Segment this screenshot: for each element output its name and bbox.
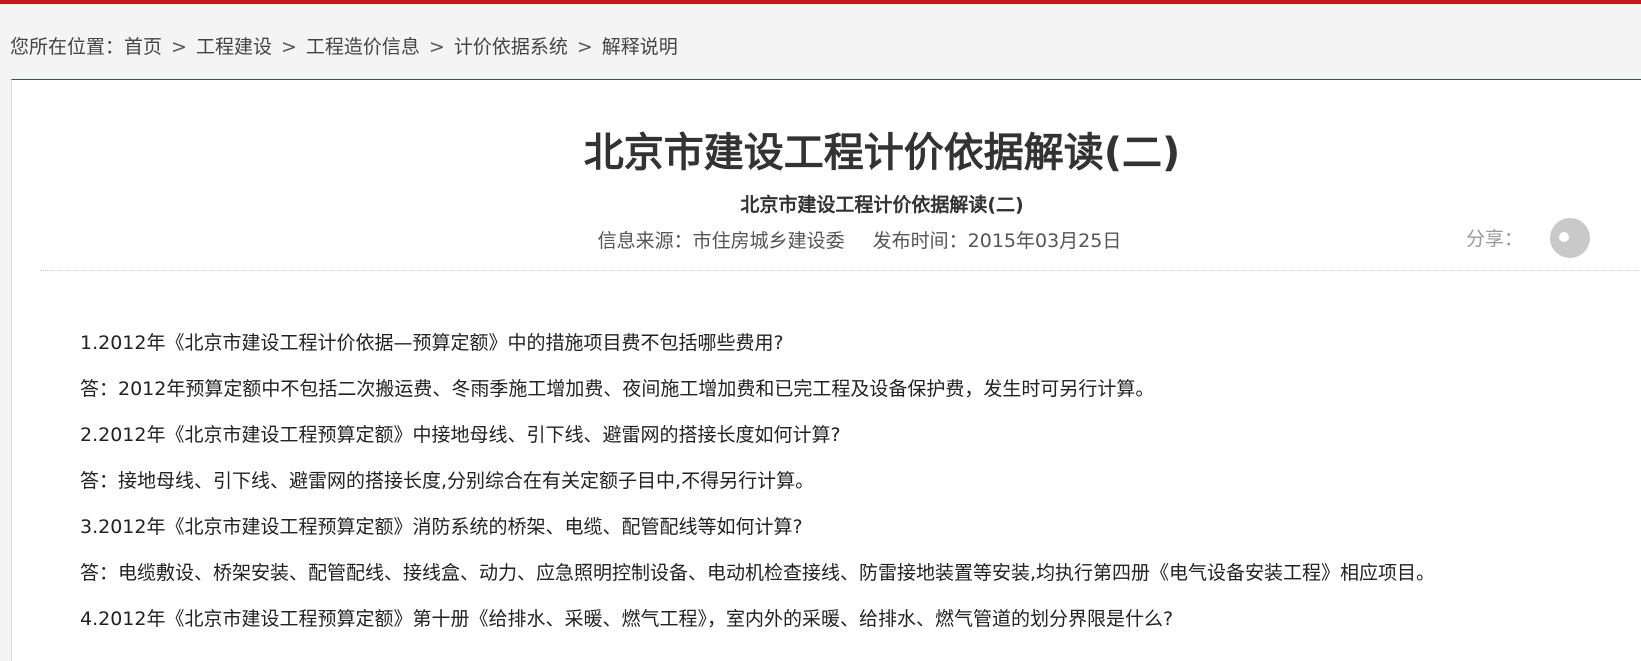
breadcrumb-link-home[interactable]: 首页 [124, 36, 162, 58]
article-title: 北京市建设工程计价依据解读(二) [583, 130, 1181, 176]
article-paragraph: 答：2012年预算定额中不包括二次搬运费、冬雨季施工增加费、夜间施工增加费和已完… [80, 378, 1155, 400]
share-icon[interactable] [1550, 218, 1590, 258]
breadcrumb-prefix: 您所在位置： [10, 36, 125, 58]
breadcrumb-separator: > [280, 36, 297, 58]
article-date: 发布时间：2015年03月25日 [872, 230, 1122, 252]
divider [40, 270, 1641, 271]
article-panel: 北京市建设工程计价依据解读(二) 北京市建设工程计价依据解读(二) 信息来源：市… [11, 79, 1641, 661]
breadcrumb-separator: > [428, 36, 445, 58]
top-accent-bar [0, 0, 1641, 4]
article-paragraph: 答：接地母线、引下线、避雷网的搭接长度,分别综合在有关定额子目中,不得另行计算。 [80, 470, 815, 492]
article-paragraph: 1.2012年《北京市建设工程计价依据—预算定额》中的措施项目费不包括哪些费用? [80, 332, 784, 354]
breadcrumb-separator: > [171, 36, 187, 58]
article-body: 1.2012年《北京市建设工程计价依据—预算定额》中的措施项目费不包括哪些费用?… [80, 320, 1640, 642]
breadcrumb-link-engineering[interactable]: 工程建设 [196, 36, 272, 58]
breadcrumb-link-explanation[interactable]: 解释说明 [602, 36, 678, 58]
breadcrumb-link-cost-info[interactable]: 工程造价信息 [306, 36, 420, 58]
article-subtitle: 北京市建设工程计价依据解读(二) [740, 194, 1024, 216]
article-paragraph: 3.2012年《北京市建设工程预算定额》消防系统的桥架、电缆、配管配线等如何计算… [80, 516, 803, 538]
article-paragraph: 4.2012年《北京市建设工程预算定额》第十册《给排水、采暖、燃气工程》，室内外… [80, 608, 1174, 630]
article-paragraph: 2.2012年《北京市建设工程预算定额》中接地母线、引下线、避雷网的搭接长度如何… [80, 424, 841, 446]
article-meta: 信息来源：市住房城乡建设委 发布时间：2015年03月25日 [12, 226, 1641, 253]
breadcrumb: 您所在位置：首页 > 工程建设 > 工程造价信息 > 计价依据系统 > 解释说明 [10, 32, 678, 62]
breadcrumb-separator: > [576, 36, 593, 58]
article-source: 信息来源：市住房城乡建设委 [597, 230, 845, 252]
article-paragraph: 答：电缆敷设、桥架安装、配管配线、接线盒、动力、应急照明控制设备、电动机检查接线… [80, 562, 1436, 584]
share-label: 分享： [1466, 228, 1524, 250]
breadcrumb-link-pricing-system[interactable]: 计价依据系统 [454, 36, 568, 58]
